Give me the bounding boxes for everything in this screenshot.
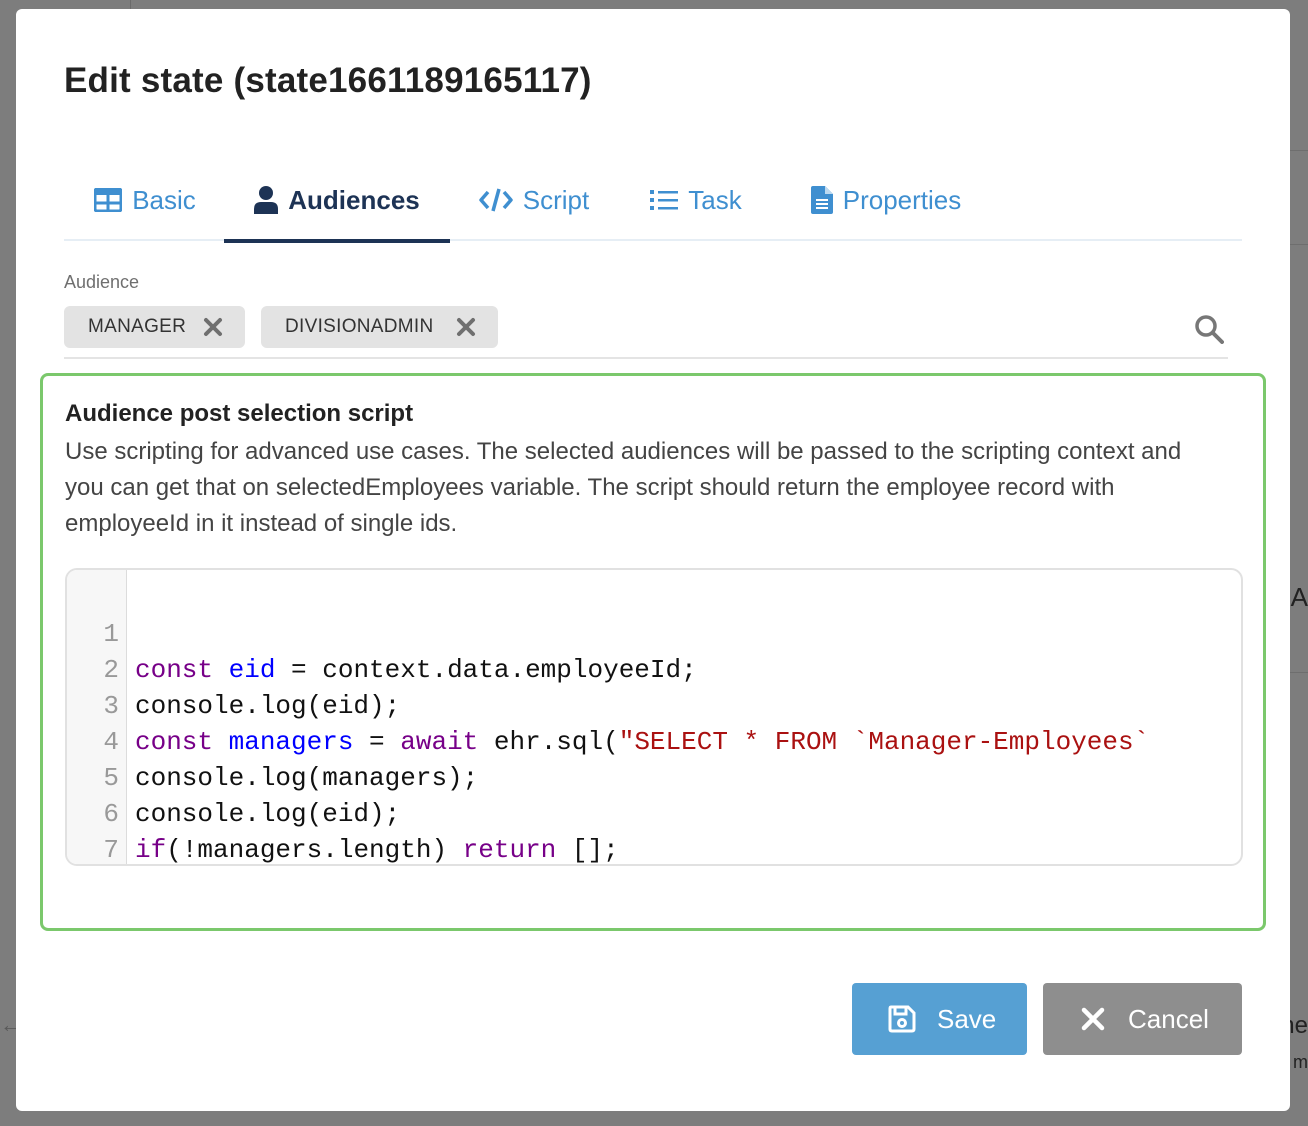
code-line: 1 const eid = context.data.employeeId;: [67, 580, 696, 685]
user-icon: [254, 186, 279, 214]
script-section-title: Audience post selection script: [65, 400, 414, 427]
edit-state-dialog: Edit state (state1661189165117) Basic Au…: [16, 9, 1290, 1111]
table-icon: [94, 188, 123, 212]
code-line: 2 console.log(eid);: [67, 616, 400, 721]
tab-properties[interactable]: Properties: [800, 159, 972, 241]
code-line: 3 const managers = await ehr.sql("SELECT…: [67, 652, 1149, 757]
code-text: if(!managers.length) return [];: [135, 835, 619, 865]
list-icon: [650, 190, 679, 210]
tab-label: Script: [522, 184, 590, 215]
document-icon: [810, 186, 833, 214]
code-text: const eid = context.data.employeeId;: [135, 655, 697, 685]
audience-script-section: Audience post selection script Use scrip…: [40, 373, 1266, 931]
close-icon: [1081, 1007, 1105, 1031]
tab-basic[interactable]: Basic: [92, 159, 198, 241]
chip-label: MANAGER: [88, 316, 187, 337]
dialog-title: Edit state (state1661189165117): [64, 61, 592, 100]
tab-task[interactable]: Task: [646, 159, 746, 241]
audience-chip-divisionadmin: DIVISIONADMIN: [261, 306, 498, 348]
tab-label: Properties: [842, 184, 962, 215]
tab-bar: Basic Audiences Script Task Properties: [64, 159, 1242, 243]
code-line: 5 console.log(eid);: [67, 724, 400, 829]
tab-label: Task: [688, 184, 742, 215]
audience-label: Audience: [64, 272, 140, 292]
code-icon: [479, 188, 513, 212]
save-button[interactable]: Save: [852, 983, 1027, 1055]
code-line: 6 if(!managers.length) return [];: [67, 760, 618, 864]
background-text: m: [1293, 1052, 1308, 1072]
cancel-button-label: Cancel: [1128, 1003, 1209, 1034]
remove-chip-icon[interactable]: [201, 315, 225, 339]
background-divider: [1290, 672, 1308, 673]
cancel-button[interactable]: Cancel: [1043, 983, 1242, 1055]
background-divider: [1290, 150, 1308, 151]
background-text: A: [1290, 582, 1308, 612]
save-icon: [888, 1005, 916, 1033]
save-button-label: Save: [937, 1003, 997, 1034]
script-section-description: Use scripting for advanced use cases. Th…: [65, 438, 1182, 537]
audience-chip-manager: MANAGER: [64, 306, 245, 348]
code-line: 4 console.log(managers);: [67, 688, 478, 793]
code-text: const managers = await ehr.sql("SELECT *…: [135, 727, 1150, 757]
audience-select[interactable]: MANAGER DIVISIONADMIN: [64, 306, 1228, 359]
tab-label: Basic: [132, 184, 196, 215]
code-editor[interactable]: 1 const eid = context.data.employeeId; 2…: [65, 568, 1243, 866]
tab-script[interactable]: Script: [472, 159, 596, 241]
background-divider: [1290, 244, 1308, 245]
remove-chip-icon[interactable]: [454, 315, 478, 339]
chip-label: DIVISIONADMIN: [285, 316, 434, 337]
code-line: 8 const managerIds = managers.map(e=>e.m…: [67, 832, 192, 864]
tab-label: Audiences: [288, 184, 420, 215]
code-line: 7: [67, 796, 192, 864]
search-icon[interactable]: [1194, 314, 1224, 344]
tab-audiences[interactable]: Audiences: [224, 159, 450, 243]
